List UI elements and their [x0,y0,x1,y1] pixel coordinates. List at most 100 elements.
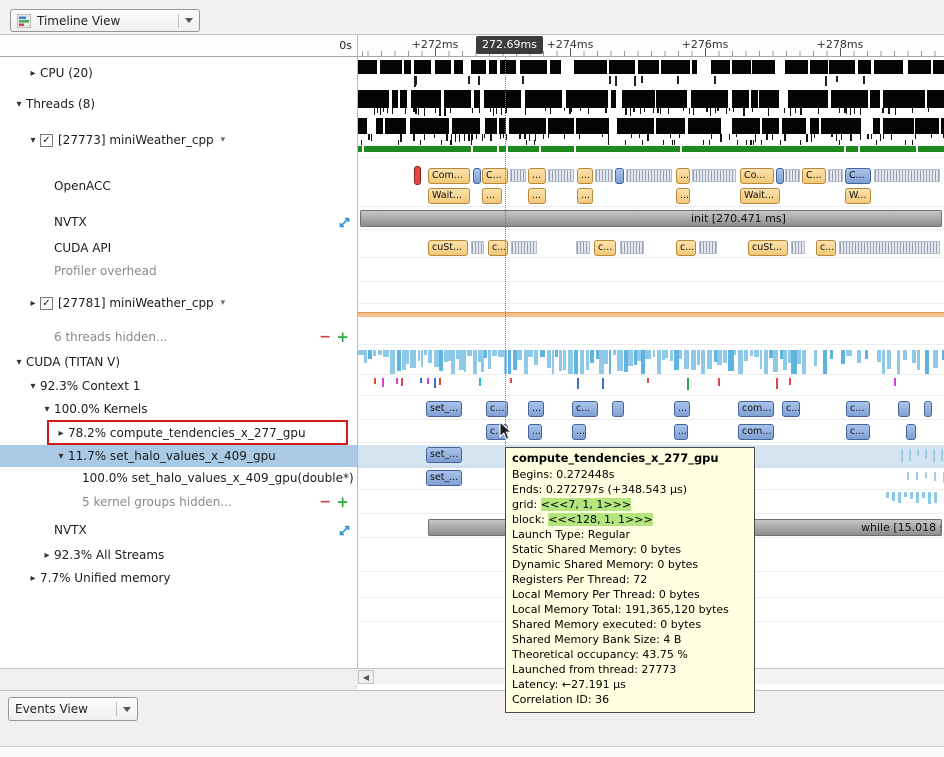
set-halo-fn-chip[interactable]: set_... [426,470,462,486]
openacc-event-marker[interactable] [414,166,421,185]
expand-arrow-icon[interactable]: ▸ [26,68,40,79]
tree-row-compute-tendencies[interactable]: ▸78.2% compute_tendencies_x_277_gpu [0,422,357,444]
collapse-arrow-icon[interactable]: ▾ [12,99,26,110]
openacc-wait-chip[interactable]: W... [845,188,871,204]
collapse-arrow-icon[interactable]: ▾ [12,357,26,368]
cuda-kernel-density-bar [508,350,511,374]
openacc-wait-chip[interactable]: ... [528,188,546,204]
tree-row-threads-hidden[interactable]: 6 threads hidden...−+ [0,326,357,348]
compute-tendencies-chip[interactable]: ... [674,424,688,440]
tree-row-set-halo-values-fn[interactable]: 100.0% set_halo_values_x_409_gpu(double*… [0,467,357,489]
row-options-caret-icon[interactable]: ▾ [221,298,226,308]
tree-row-nvtx-thread[interactable]: NVTX [0,211,357,233]
tree-row-context-1[interactable]: ▾92.3% Context 1 [0,375,357,397]
thread-27773-activity-tick [841,134,842,140]
collapse-arrow-icon[interactable]: ▾ [26,381,40,392]
openacc-wait-chip[interactable]: ... [577,188,593,204]
events-view-dropdown[interactable]: Events View [8,697,138,721]
chevron-down-icon[interactable] [123,707,131,712]
tree-row-cuda-api[interactable]: CUDA API [0,237,357,259]
threads-activity-tick [784,108,785,113]
kernel-chip[interactable]: ... [528,401,544,417]
cuda-api-chip[interactable]: c... [676,240,696,256]
cuda-api-chip[interactable]: c... [594,240,616,256]
openacc-wait-chip[interactable]: ... [676,188,690,204]
openacc-wait-chip[interactable]: ... [482,188,502,204]
cuda-api-chip[interactable]: c... [816,240,836,256]
time-ruler[interactable]: +272ms+274ms+276ms+278ms 272.69ms [358,35,944,57]
expand-arrow-icon[interactable]: ▸ [26,298,40,309]
openacc-compute-chip[interactable] [615,168,624,184]
show-row-plus-icon[interactable]: + [336,495,349,510]
openacc-compute-chip[interactable]: ... [676,168,690,184]
openacc-compute-chip[interactable]: Co... [740,168,774,184]
openacc-compute-chip[interactable]: C... [802,168,826,184]
kernel-chip[interactable]: c... [846,401,870,417]
expand-arrow-icon[interactable]: ▸ [54,428,68,439]
openacc-compute-chip[interactable] [776,168,784,184]
row-checkbox[interactable]: ✓ [40,134,53,147]
compute-tendencies-chip[interactable]: com... [738,424,774,440]
compute-tendencies-chip[interactable]: ... [572,424,586,440]
tree-row-all-streams[interactable]: ▸92.3% All Streams [0,544,357,566]
timeline-view-dropdown[interactable]: Timeline View [10,9,200,32]
openacc-wait-chip[interactable]: Wait... [428,188,470,204]
kernel-chip[interactable]: set_... [426,401,462,417]
marker-tick [420,140,421,145]
hide-row-minus-icon[interactable]: − [319,495,331,509]
openacc-compute-chip[interactable]: ... [577,168,593,184]
kernel-chip[interactable]: c... [782,401,800,417]
collapse-arrow-icon[interactable]: ▾ [40,404,54,415]
openacc-wait-chip[interactable]: Wait... [740,188,780,204]
row-checkbox[interactable]: ✓ [40,297,53,310]
expand-track-icon[interactable] [338,524,351,537]
show-row-plus-icon[interactable]: + [336,330,349,345]
tree-row-kernel-groups-hidden[interactable]: 5 kernel groups hidden...−+ [0,491,357,513]
cuda-api-chip[interactable]: cuSt... [428,240,468,256]
chevron-down-icon[interactable] [185,18,193,23]
marker-tick [839,140,840,145]
expand-track-icon[interactable] [338,216,351,229]
kernel-chip[interactable]: com... [738,401,774,417]
set-halo-chip[interactable]: set_... [426,447,462,463]
row-options-caret-icon[interactable]: ▾ [221,135,226,145]
kernel-chip[interactable] [898,401,910,417]
memory-op-tick [374,378,376,384]
hide-row-minus-icon[interactable]: − [319,330,331,344]
kernel-chip[interactable] [612,401,624,417]
collapse-arrow-icon[interactable]: ▾ [26,135,40,146]
cuda-kernel-density-bar [390,350,395,374]
tree-row-cpu[interactable]: ▸CPU (20) [0,62,357,84]
compute-tendencies-chip[interactable]: ... [528,424,542,440]
compute-tendencies-chip[interactable] [906,424,916,440]
tree-row-thread-27773[interactable]: ▾✓[27773] miniWeather_cpp▾ [0,129,357,151]
openacc-compute-chip[interactable]: Com... [428,168,470,184]
expand-arrow-icon[interactable]: ▸ [26,573,40,584]
cpu-activity-tick [641,76,643,83]
cpu-activity-tick [825,76,827,86]
tree-row-profiler-overhead[interactable]: Profiler overhead [0,260,357,282]
scroll-left-arrow[interactable]: ◀ [358,670,374,684]
kernel-chip[interactable]: c... [572,401,598,417]
tree-row-kernels[interactable]: ▾100.0% Kernels [0,398,357,420]
openacc-compute-chip[interactable] [473,168,481,184]
nvtx-init-range[interactable]: init [270.471 ms] [360,210,942,227]
tree-row-thread-27781[interactable]: ▸✓[27781] miniWeather_cpp▾ [0,292,357,314]
tree-row-cuda-titan-v[interactable]: ▾CUDA (TITAN V) [0,351,357,373]
compute-tendencies-chip[interactable]: c... [846,424,870,440]
cpu-activity-bar [752,60,775,74]
kernel-chip[interactable] [924,401,932,417]
threads-activity-tick [653,108,654,113]
tree-row-openacc[interactable]: OpenACC [0,175,357,197]
collapse-arrow-icon[interactable]: ▾ [54,451,68,462]
tree-row-nvtx-cuda[interactable]: NVTX [0,519,357,541]
tree-row-set-halo-values[interactable]: ▾11.7% set_halo_values_x_409_gpu [0,445,357,467]
threads-activity-bar [566,90,608,108]
kernel-chip[interactable]: ... [674,401,690,417]
tree-row-unified-memory[interactable]: ▸7.7% Unified memory [0,567,357,589]
cuda-api-chip[interactable]: cuSt... [748,240,788,256]
tree-row-threads[interactable]: ▾Threads (8) [0,93,357,115]
openacc-compute-chip[interactable]: C... [845,168,871,184]
expand-arrow-icon[interactable]: ▸ [40,550,54,561]
openacc-compute-chip[interactable]: ... [528,168,546,184]
